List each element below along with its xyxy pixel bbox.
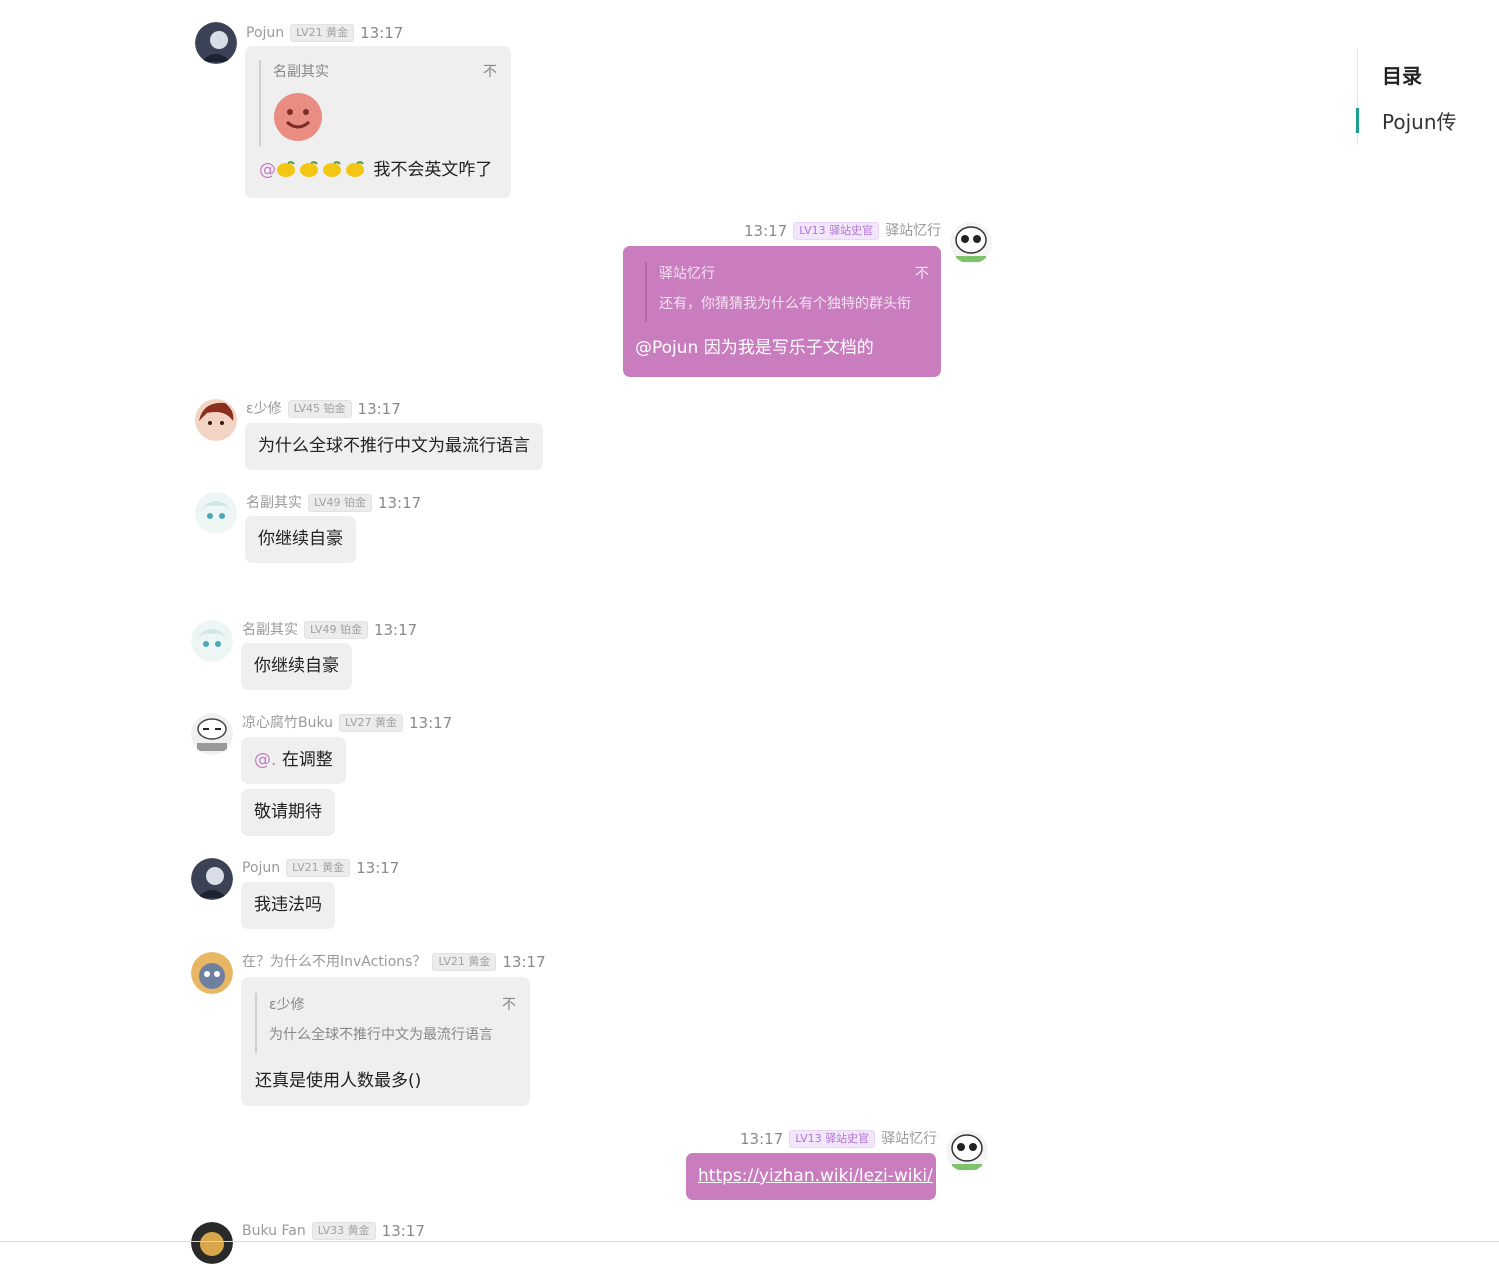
reply-quote[interactable]: ε少修 为什么全球不推行中文为最流行语言 不 — [255, 993, 516, 1053]
avatar[interactable] — [191, 620, 233, 662]
message-text: 我违法吗 — [254, 895, 322, 915]
reply-quote[interactable]: 名副其实 不 — [259, 60, 497, 146]
timestamp: 13:17 — [357, 400, 401, 418]
sender-name[interactable]: 名副其实 — [246, 493, 302, 513]
timestamp: 13:17 — [502, 953, 546, 971]
timestamp: 13:17 — [408, 714, 453, 732]
avatar[interactable] — [195, 22, 237, 64]
message-text: 在调整 — [281, 750, 333, 770]
level-badge: LV13 驿站史官 — [789, 1130, 876, 1148]
avatar[interactable] — [191, 713, 233, 755]
table-of-contents: 目录 Pojun传 — [1356, 48, 1499, 143]
avatar[interactable] — [195, 399, 237, 441]
timestamp: 13:17 — [356, 859, 400, 877]
message-text: 你继续自豪 — [258, 529, 343, 549]
quote-collapse-icon[interactable]: 不 — [483, 60, 497, 84]
sender-name[interactable]: 驿站忆行 — [885, 221, 941, 241]
level-badge: LV49 铂金 — [304, 621, 368, 639]
timestamp: 13:17 — [360, 24, 404, 42]
message-bubble[interactable]: 我违法吗 — [241, 882, 335, 929]
avatar[interactable] — [946, 1130, 988, 1172]
message-text: 为什么全球不推行中文为最流行语言 — [258, 436, 530, 456]
avatar[interactable] — [950, 222, 992, 264]
quote-author: ε少修 — [269, 997, 305, 1013]
level-badge: LV13 驿站史官 — [793, 222, 880, 240]
level-badge: LV27 黄金 — [339, 714, 403, 732]
sender-name[interactable]: 驿站忆行 — [881, 1129, 937, 1149]
message-bubble[interactable]: 你继续自豪 — [245, 516, 356, 563]
message-bubble[interactable]: @. 在调整 — [241, 737, 346, 784]
smiley-sticker — [273, 92, 323, 142]
toc-active-indicator — [1356, 108, 1359, 133]
timestamp: 13:17 — [377, 494, 422, 512]
quote-collapse-icon[interactable]: 不 — [502, 993, 516, 1017]
quote-author: 名副其实 — [273, 64, 329, 80]
avatar[interactable] — [191, 858, 233, 900]
timestamp: 13:17 — [381, 1222, 425, 1240]
message-bubble[interactable]: 名副其实 不 @ 我不会英文咋了 — [245, 46, 511, 198]
avatar[interactable] — [191, 952, 233, 994]
level-badge: LV33 黄金 — [311, 1222, 376, 1240]
sender-name[interactable]: Pojun — [246, 23, 284, 43]
level-badge: LV21 黄金 — [432, 953, 497, 971]
timestamp: 13:17 — [740, 1130, 784, 1148]
quote-collapse-icon[interactable]: 不 — [915, 262, 929, 286]
quote-text: 为什么全球不推行中文为最流行语言 — [269, 1027, 493, 1043]
message-text: 我不会英文咋了 — [373, 160, 493, 180]
mention[interactable]: @ — [259, 160, 276, 180]
message-bubble[interactable]: 敬请期待 — [241, 789, 335, 836]
sender-name[interactable]: Buku Fan — [242, 1221, 306, 1241]
message-text: 还真是使用人数最多() — [255, 1071, 422, 1091]
avatar[interactable] — [195, 492, 237, 534]
level-badge: LV49 铂金 — [308, 494, 372, 512]
level-badge: LV21 黄金 — [286, 859, 351, 877]
lemon-emoji-group — [276, 160, 368, 180]
level-badge: LV21 黄金 — [290, 24, 355, 42]
sender-name[interactable]: Pojun — [242, 858, 280, 878]
sender-name[interactable]: 在？为什么不用InvActions？ — [242, 952, 426, 972]
quote-author: 驿站忆行 — [659, 266, 715, 282]
message-bubble[interactable]: 为什么全球不推行中文为最流行语言 — [245, 423, 543, 470]
message-bubble[interactable]: 你继续自豪 — [241, 643, 352, 690]
timestamp: 13:17 — [744, 222, 788, 240]
quote-text: 还有，你猜猜我为什么有个独特的群头衔 — [659, 296, 911, 312]
toc-item-pojun[interactable]: Pojun传 — [1382, 106, 1457, 135]
sender-name[interactable]: 名副其实 — [242, 620, 298, 640]
message-link[interactable]: https://yizhan.wiki/lezi-wiki/ — [698, 1166, 933, 1186]
timestamp: 13:17 — [373, 621, 418, 639]
message-bubble[interactable]: ε少修 为什么全球不推行中文为最流行语言 不 还真是使用人数最多() — [241, 977, 530, 1106]
reply-quote[interactable]: 驿站忆行 还有，你猜猜我为什么有个独特的群头衔 不 — [645, 262, 929, 322]
sender-name[interactable]: ε少修 — [246, 399, 282, 419]
message-text: 你继续自豪 — [254, 656, 339, 676]
message-bubble[interactable]: https://yizhan.wiki/lezi-wiki/ — [686, 1153, 936, 1200]
message-text: 敬请期待 — [254, 802, 322, 822]
level-badge: LV45 铂金 — [287, 400, 352, 418]
toc-title: 目录 — [1382, 64, 1422, 88]
message-text: @Pojun 因为我是写乐子文档的 — [635, 338, 874, 358]
bottom-divider — [0, 1241, 1499, 1242]
mention[interactable]: @. — [254, 750, 276, 770]
avatar[interactable] — [191, 1222, 233, 1264]
message-bubble[interactable]: 驿站忆行 还有，你猜猜我为什么有个独特的群头衔 不 @Pojun 因为我是写乐子… — [623, 246, 941, 377]
sender-name[interactable]: 凉心腐竹Buku — [242, 713, 333, 733]
